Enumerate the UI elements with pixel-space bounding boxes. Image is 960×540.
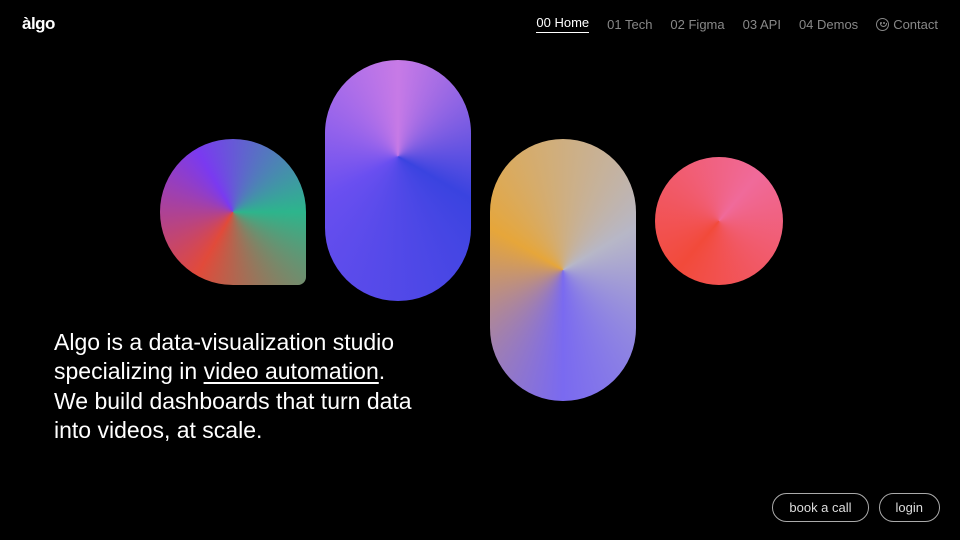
tagline-line2-pre: specializing in <box>54 358 204 384</box>
tagline-line4: into videos, at scale. <box>54 417 262 443</box>
header: àlgo 00 Home 01 Tech 02 Figma 03 API 04 … <box>0 0 960 34</box>
tagline-line1: Algo is a data-visualization studio <box>54 329 394 355</box>
nav-home[interactable]: 00 Home <box>536 15 589 33</box>
tagline-underlined[interactable]: video automation <box>204 358 379 384</box>
main-nav: 00 Home 01 Tech 02 Figma 03 API 04 Demos… <box>536 15 938 33</box>
book-call-button[interactable]: book a call <box>772 493 868 522</box>
nav-tech[interactable]: 01 Tech <box>607 17 652 32</box>
tagline: Algo is a data-visualization studio spec… <box>54 328 412 446</box>
hero-shape-4 <box>655 157 783 285</box>
logo[interactable]: àlgo <box>22 14 55 34</box>
smiley-icon <box>876 18 889 31</box>
login-button[interactable]: login <box>879 493 940 522</box>
hero-shape-1 <box>160 139 306 285</box>
footer-cta: book a call login <box>772 493 940 522</box>
nav-contact-label: Contact <box>893 17 938 32</box>
nav-figma[interactable]: 02 Figma <box>670 17 724 32</box>
hero-shape-3 <box>490 139 636 401</box>
tagline-line3: We build dashboards that turn data <box>54 388 412 414</box>
nav-contact[interactable]: Contact <box>876 17 938 32</box>
hero-shape-2 <box>325 60 471 301</box>
nav-demos[interactable]: 04 Demos <box>799 17 858 32</box>
nav-api[interactable]: 03 API <box>743 17 781 32</box>
tagline-line2-post: . <box>379 358 385 384</box>
